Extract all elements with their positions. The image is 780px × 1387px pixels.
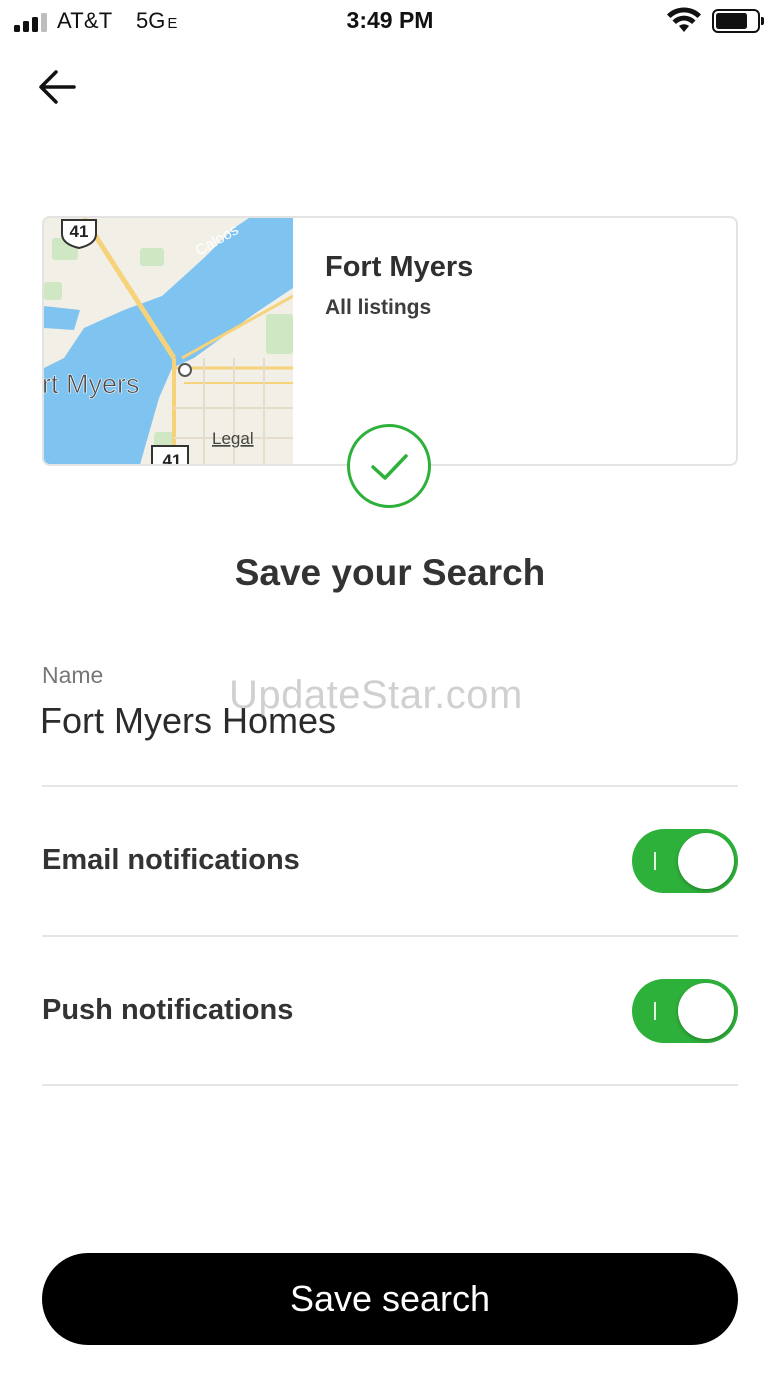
push-notifications-label: Push notifications — [42, 994, 294, 1026]
arrow-left-icon — [39, 70, 76, 104]
email-notifications-toggle[interactable] — [632, 829, 738, 893]
push-notifications-toggle[interactable] — [632, 979, 738, 1043]
map-thumbnail: 41 41 Caloos rt Myers Legal — [44, 218, 293, 466]
map-city-label: rt Myers — [44, 369, 140, 399]
toggle-on-mark — [654, 1002, 656, 1020]
map-legal-link[interactable]: Legal — [212, 429, 254, 448]
search-location-title: Fort Myers — [325, 251, 474, 283]
toggle-knob — [678, 833, 734, 889]
name-field-label: Name — [42, 662, 104, 688]
map-route-shield-bottom: 41 — [163, 451, 182, 466]
status-bar: AT&T 5G E 3:49 PM — [0, 0, 780, 44]
email-notifications-label: Email notifications — [42, 844, 300, 876]
search-filter-subtitle: All listings — [325, 296, 432, 319]
battery-icon — [712, 9, 764, 33]
divider — [42, 935, 738, 937]
save-search-button[interactable]: Save search — [42, 1253, 738, 1345]
check-circle-icon — [347, 424, 431, 508]
back-button[interactable] — [30, 62, 86, 112]
divider — [42, 1084, 738, 1086]
search-name-input[interactable] — [40, 697, 736, 745]
map-route-shield-top: 41 — [70, 222, 89, 241]
toggle-on-mark — [654, 852, 656, 870]
status-time: 3:49 PM — [346, 7, 434, 33]
wifi-icon — [667, 7, 701, 32]
toggle-knob — [678, 983, 734, 1039]
divider — [42, 785, 738, 787]
page-title: Save your Search — [234, 552, 546, 593]
